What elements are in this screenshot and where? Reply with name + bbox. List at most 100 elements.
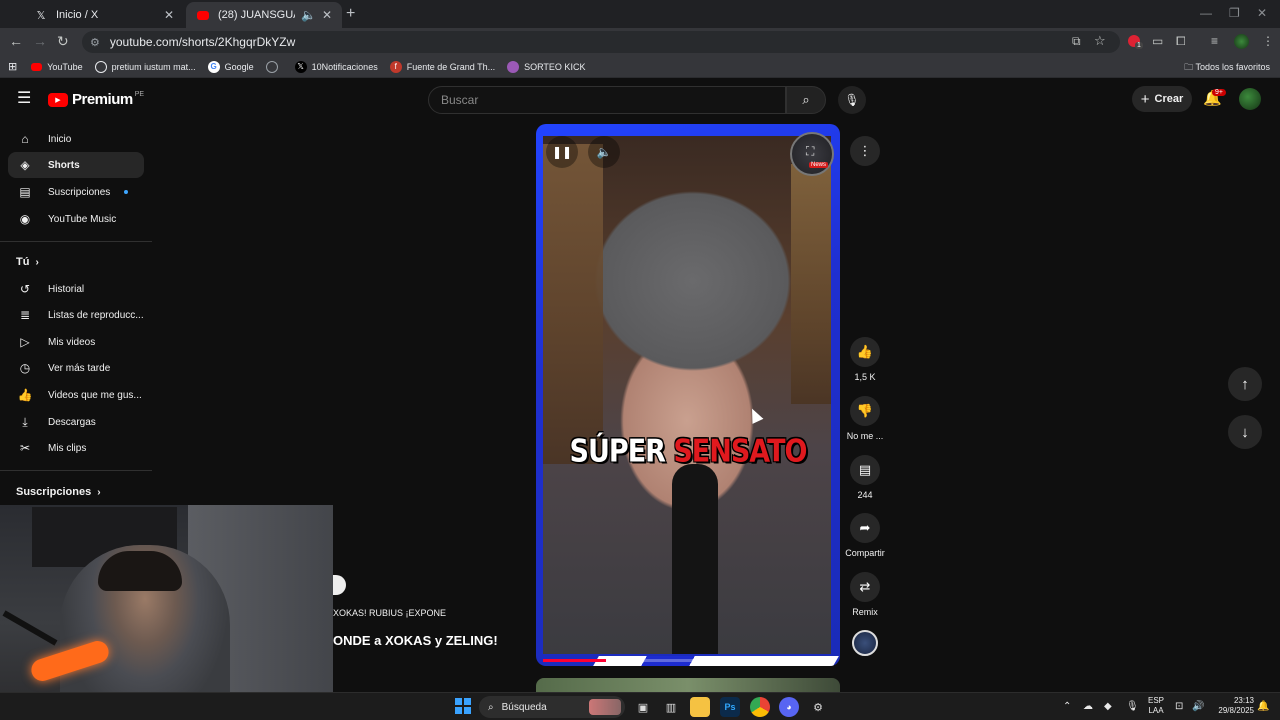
site-info-icon[interactable]: ⚙: [90, 36, 100, 49]
more-options-button[interactable]: ⋮: [850, 136, 880, 166]
sidebar-item-videos-me-gustan[interactable]: 👍 Videos que me gus...: [8, 382, 144, 408]
remix-button[interactable]: ⇄: [850, 572, 880, 602]
bookmark-sorteo-kick[interactable]: SORTEO KICK: [507, 60, 585, 73]
dislike-button[interactable]: 👎: [850, 396, 880, 426]
logo-text: Premium: [72, 91, 133, 108]
close-icon[interactable]: ✕: [164, 8, 174, 22]
tab-x-home[interactable]: 𝕏 Inicio / X ✕: [24, 2, 184, 28]
notification-center-icon[interactable]: 🔔: [1257, 701, 1269, 712]
sidebar-item-ver-mas-tarde[interactable]: ◷ Ver más tarde: [8, 355, 144, 381]
close-window-button[interactable]: ✕: [1257, 6, 1267, 20]
sidebar-item-listas[interactable]: ≣ Listas de reproducc...: [8, 302, 144, 328]
sidebar-item-label: Mis videos: [48, 336, 96, 348]
minimize-button[interactable]: —: [1200, 6, 1212, 20]
speaker-icon[interactable]: 🔈: [301, 8, 316, 22]
speaker-icon: 🔈: [596, 145, 612, 159]
bookmark-youtube[interactable]: YouTube: [31, 62, 83, 72]
all-bookmarks-label: Todos los favoritos: [1195, 62, 1270, 72]
chrome-icon[interactable]: [750, 697, 770, 717]
close-icon[interactable]: ✕: [322, 8, 332, 22]
youtube-premium-logo[interactable]: ▶ Premium PE: [48, 91, 144, 108]
search-button[interactable]: ⌕: [786, 86, 826, 114]
share-button[interactable]: ➦: [850, 513, 880, 543]
security-icon[interactable]: ◆: [1104, 701, 1112, 712]
onedrive-icon[interactable]: ☁: [1083, 701, 1093, 712]
sidebar-subscriptions-heading[interactable]: Suscripciones ›: [16, 486, 101, 498]
sidebar-you-heading[interactable]: Tú ›: [16, 256, 39, 268]
extension-icon[interactable]: ▭: [1152, 34, 1163, 48]
account-avatar[interactable]: [1239, 88, 1261, 110]
sidebar-item-mis-videos[interactable]: ▷ Mis videos: [8, 329, 144, 355]
all-bookmarks-button[interactable]: 🗀 Todos los favoritos: [1184, 60, 1270, 76]
thumbs-up-icon: 👍: [856, 344, 874, 359]
discord-icon[interactable]: ◕: [779, 697, 799, 717]
windows-start-icon[interactable]: [455, 698, 471, 714]
comments-button[interactable]: ▤: [850, 455, 880, 485]
sidebar-item-label: Suscripciones: [48, 186, 111, 198]
microphone-icon[interactable]: 🎙: [1126, 701, 1139, 712]
volume-icon[interactable]: 🔊: [1192, 701, 1204, 712]
search-input[interactable]: Buscar: [428, 86, 786, 114]
pause-button[interactable]: ❚❚: [546, 136, 578, 168]
task-view-icon[interactable]: ▣: [633, 697, 653, 717]
apps-grid-icon[interactable]: ⊞: [8, 60, 17, 73]
taskbar-clock[interactable]: 23:13 29/8/2025: [1210, 696, 1254, 716]
maximize-button[interactable]: ❐: [1229, 6, 1240, 20]
sidebar-item-shorts[interactable]: ◈ Shorts: [8, 152, 144, 178]
bookmark-pretium[interactable]: pretium iustum mat...: [94, 60, 196, 73]
sidebar-item-inicio[interactable]: ⌂ Inicio: [8, 126, 144, 152]
bookmark-star-icon[interactable]: ☆: [1094, 33, 1106, 49]
previous-short-title[interactable]: ONDE a XOKAS y ZELING!: [333, 633, 498, 648]
globe-icon: [265, 60, 278, 73]
sidebar-item-youtube-music[interactable]: ◉ YouTube Music: [8, 206, 144, 232]
next-short-preview[interactable]: [536, 678, 840, 692]
font-f-icon: f: [389, 60, 402, 73]
app-icon[interactable]: ⚙: [808, 697, 828, 717]
sidebar-item-suscripciones[interactable]: ▤ Suscripciones: [8, 179, 144, 205]
profile-avatar[interactable]: [1234, 34, 1249, 49]
fullscreen-icon[interactable]: ⛶: [806, 144, 814, 159]
shorts-icon: ◈: [20, 158, 30, 172]
reload-icon[interactable]: ↻: [57, 33, 69, 50]
like-button[interactable]: 👍: [850, 337, 880, 367]
hamburger-menu-icon[interactable]: ☰: [17, 88, 31, 108]
pause-icon: ❚❚: [551, 145, 573, 159]
playlists-icon: ≣: [19, 308, 31, 322]
bookmark-google[interactable]: G Google: [207, 60, 254, 73]
network-icon[interactable]: ⊡: [1175, 701, 1183, 712]
new-tab-button[interactable]: +: [346, 5, 355, 23]
voice-search-button[interactable]: 🎙: [838, 86, 866, 114]
tray-chevron-up-icon[interactable]: ⌃: [1063, 701, 1071, 712]
bookmark-globe[interactable]: [265, 60, 283, 73]
next-short-button[interactable]: ↓: [1228, 415, 1262, 449]
back-arrow-icon[interactable]: ←: [9, 33, 23, 49]
cast-icon[interactable]: ⧉: [1072, 34, 1081, 49]
file-explorer-icon[interactable]: [690, 697, 710, 717]
media-controls-icon[interactable]: ≡: [1211, 34, 1218, 48]
extensions-puzzle-icon[interactable]: ⧠: [1176, 34, 1186, 49]
sidebar-item-label: Inicio: [48, 133, 72, 145]
app-icon[interactable]: ▥: [661, 697, 681, 717]
bookmark-notificaciones[interactable]: 𝕏 10Notificaciones: [294, 60, 378, 73]
tab-youtube-short[interactable]: (28) JUANSGUARNIZO ¡RES 🔈 ✕: [186, 2, 342, 28]
sidebar-item-descargas[interactable]: ⤓ Descargas: [8, 409, 144, 435]
browser-tab-bar: 𝕏 Inicio / X ✕ (28) JUANSGUARNIZO ¡RES 🔈…: [0, 0, 1280, 28]
clips-icon: ✂: [19, 441, 31, 455]
bookmark-label: pretium iustum mat...: [111, 61, 196, 72]
channel-avatar[interactable]: [852, 630, 878, 656]
progress-bar[interactable]: [543, 659, 607, 662]
create-button[interactable]: + Crear: [1132, 86, 1192, 112]
taskbar-search[interactable]: ⌕ Búsqueda: [479, 696, 625, 718]
address-bar[interactable]: ⚙ youtube.com/shorts/2KhgqrDkYZw: [82, 31, 1120, 53]
comment-icon: ▤: [858, 462, 872, 477]
sidebar-item-mis-clips[interactable]: ✂ Mis clips: [8, 435, 144, 461]
photoshop-icon[interactable]: Ps: [720, 697, 740, 717]
language-indicator[interactable]: ESP LAA: [1148, 696, 1164, 716]
menu-dots-icon[interactable]: ⋮: [1262, 34, 1274, 48]
forward-arrow-icon[interactable]: →: [33, 33, 47, 49]
sidebar-item-historial[interactable]: ↺ Historial: [8, 276, 144, 302]
previous-short-button[interactable]: ↑: [1228, 367, 1262, 401]
bookmark-gta[interactable]: f Fuente de Grand Th...: [389, 60, 495, 73]
volume-button[interactable]: 🔈: [588, 136, 620, 168]
short-video-player[interactable]: SÚPER SENSATO ❚❚ 🔈 ⛶ News: [536, 124, 840, 666]
